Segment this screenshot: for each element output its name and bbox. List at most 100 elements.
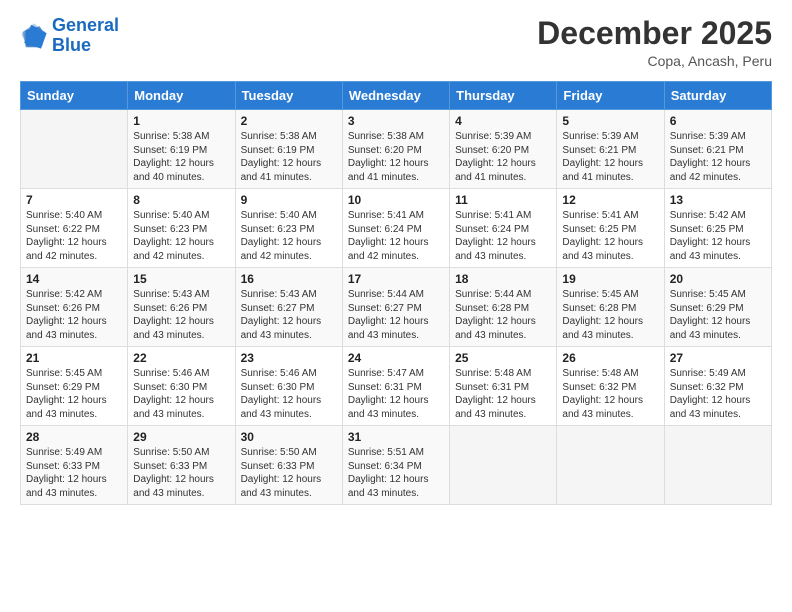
table-row: 2 Sunrise: 5:38 AMSunset: 6:19 PMDaylight… xyxy=(235,110,342,189)
table-row: 29 Sunrise: 5:50 AMSunset: 6:33 PMDayligh… xyxy=(128,426,235,505)
table-row: 27Sunrise: 5:49 AMSunset: 6:32 PMDayligh… xyxy=(664,347,771,426)
table-row: 8 Sunrise: 5:40 AMSunset: 6:23 PMDaylight… xyxy=(128,189,235,268)
table-row: 16 Sunrise: 5:43 AMSunset: 6:27 PMDayligh… xyxy=(235,268,342,347)
day-info: Sunrise: 5:38 AMSunset: 6:19 PMDaylight:… xyxy=(241,130,337,184)
day-number: 28 xyxy=(26,430,122,444)
day-info: Sunrise: 5:39 AMSunset: 6:21 PMDaylight:… xyxy=(562,130,658,184)
table-row: 18 Sunrise: 5:44 AMSunset: 6:28 PMDayligh… xyxy=(450,268,557,347)
day-info: Sunrise: 5:40 AMSunset: 6:23 PMDaylight:… xyxy=(241,209,337,263)
table-row: 7 Sunrise: 5:40 AMSunset: 6:22 PMDaylight… xyxy=(21,189,128,268)
table-row: 14 Sunrise: 5:42 AMSunset: 6:26 PMDayligh… xyxy=(21,268,128,347)
day-number: 25 xyxy=(455,351,551,365)
day-number: 16 xyxy=(241,272,337,286)
table-row xyxy=(557,426,664,505)
day-info: Sunrise: 5:49 AMSunset: 6:33 PMDaylight:… xyxy=(26,446,122,500)
calendar-week-row: 14 Sunrise: 5:42 AMSunset: 6:26 PMDayligh… xyxy=(21,268,772,347)
day-number: 18 xyxy=(455,272,551,286)
day-number: 5 xyxy=(562,114,658,128)
day-info: Sunrise: 5:44 AMSunset: 6:28 PMDaylight:… xyxy=(455,288,551,342)
day-info: Sunrise: 5:47 AMSunset: 6:31 PMDaylight:… xyxy=(348,367,444,421)
day-number: 20 xyxy=(670,272,766,286)
table-row xyxy=(21,110,128,189)
day-info: Sunrise: 5:42 AMSunset: 6:25 PMDaylight:… xyxy=(670,209,766,263)
day-number: 7 xyxy=(26,193,122,207)
table-row xyxy=(664,426,771,505)
day-number: 12 xyxy=(562,193,658,207)
page: General Blue December 2025 Copa, Ancash,… xyxy=(0,0,792,612)
calendar-week-row: 7 Sunrise: 5:40 AMSunset: 6:22 PMDaylight… xyxy=(21,189,772,268)
header: General Blue December 2025 Copa, Ancash,… xyxy=(20,16,772,69)
day-number: 6 xyxy=(670,114,766,128)
day-info: Sunrise: 5:41 AMSunset: 6:24 PMDaylight:… xyxy=(455,209,551,263)
col-tuesday: Tuesday xyxy=(235,82,342,110)
title-block: December 2025 Copa, Ancash, Peru xyxy=(537,16,772,69)
calendar-table: Sunday Monday Tuesday Wednesday Thursday… xyxy=(20,81,772,505)
logo-name: General Blue xyxy=(52,16,119,56)
table-row: 11 Sunrise: 5:41 AMSunset: 6:24 PMDayligh… xyxy=(450,189,557,268)
table-row: 20 Sunrise: 5:45 AMSunset: 6:29 PMDayligh… xyxy=(664,268,771,347)
table-row: 23 Sunrise: 5:46 AMSunset: 6:30 PMDayligh… xyxy=(235,347,342,426)
day-number: 11 xyxy=(455,193,551,207)
col-sunday: Sunday xyxy=(21,82,128,110)
day-info: Sunrise: 5:46 AMSunset: 6:30 PMDaylight:… xyxy=(133,367,229,421)
day-number: 9 xyxy=(241,193,337,207)
day-info: Sunrise: 5:45 AMSunset: 6:29 PMDaylight:… xyxy=(670,288,766,342)
table-row: 30 Sunrise: 5:50 AMSunset: 6:33 PMDayligh… xyxy=(235,426,342,505)
table-row: 9 Sunrise: 5:40 AMSunset: 6:23 PMDaylight… xyxy=(235,189,342,268)
col-thursday: Thursday xyxy=(450,82,557,110)
day-number: 23 xyxy=(241,351,337,365)
day-number: 30 xyxy=(241,430,337,444)
day-number: 14 xyxy=(26,272,122,286)
table-row: 22Sunrise: 5:46 AMSunset: 6:30 PMDayligh… xyxy=(128,347,235,426)
day-info: Sunrise: 5:45 AMSunset: 6:28 PMDaylight:… xyxy=(562,288,658,342)
day-number: 19 xyxy=(562,272,658,286)
month-title: December 2025 xyxy=(537,16,772,51)
table-row: 13 Sunrise: 5:42 AMSunset: 6:25 PMDayligh… xyxy=(664,189,771,268)
day-number: 31 xyxy=(348,430,444,444)
day-number: 13 xyxy=(670,193,766,207)
day-number: 26 xyxy=(562,351,658,365)
day-number: 2 xyxy=(241,114,337,128)
logo-blue: Blue xyxy=(52,35,91,55)
day-info: Sunrise: 5:44 AMSunset: 6:27 PMDaylight:… xyxy=(348,288,444,342)
calendar-week-row: 28 Sunrise: 5:49 AMSunset: 6:33 PMDayligh… xyxy=(21,426,772,505)
day-info: Sunrise: 5:43 AMSunset: 6:27 PMDaylight:… xyxy=(241,288,337,342)
day-info: Sunrise: 5:38 AMSunset: 6:20 PMDaylight:… xyxy=(348,130,444,184)
day-info: Sunrise: 5:40 AMSunset: 6:22 PMDaylight:… xyxy=(26,209,122,263)
table-row: 1 Sunrise: 5:38 AMSunset: 6:19 PMDaylight… xyxy=(128,110,235,189)
table-row: 3 Sunrise: 5:38 AMSunset: 6:20 PMDaylight… xyxy=(342,110,449,189)
table-row: 24Sunrise: 5:47 AMSunset: 6:31 PMDayligh… xyxy=(342,347,449,426)
logo: General Blue xyxy=(20,16,119,56)
day-info: Sunrise: 5:50 AMSunset: 6:33 PMDaylight:… xyxy=(133,446,229,500)
table-row: 10Sunrise: 5:41 AMSunset: 6:24 PMDayligh… xyxy=(342,189,449,268)
day-number: 8 xyxy=(133,193,229,207)
day-number: 15 xyxy=(133,272,229,286)
day-info: Sunrise: 5:48 AMSunset: 6:32 PMDaylight:… xyxy=(562,367,658,421)
day-info: Sunrise: 5:39 AMSunset: 6:21 PMDaylight:… xyxy=(670,130,766,184)
day-info: Sunrise: 5:50 AMSunset: 6:33 PMDaylight:… xyxy=(241,446,337,500)
day-number: 29 xyxy=(133,430,229,444)
day-info: Sunrise: 5:38 AMSunset: 6:19 PMDaylight:… xyxy=(133,130,229,184)
day-number: 21 xyxy=(26,351,122,365)
col-wednesday: Wednesday xyxy=(342,82,449,110)
table-row: 6 Sunrise: 5:39 AMSunset: 6:21 PMDaylight… xyxy=(664,110,771,189)
day-info: Sunrise: 5:41 AMSunset: 6:25 PMDaylight:… xyxy=(562,209,658,263)
day-info: Sunrise: 5:48 AMSunset: 6:31 PMDaylight:… xyxy=(455,367,551,421)
day-number: 17 xyxy=(348,272,444,286)
col-saturday: Saturday xyxy=(664,82,771,110)
table-row: 21Sunrise: 5:45 AMSunset: 6:29 PMDayligh… xyxy=(21,347,128,426)
day-info: Sunrise: 5:51 AMSunset: 6:34 PMDaylight:… xyxy=(348,446,444,500)
day-info: Sunrise: 5:39 AMSunset: 6:20 PMDaylight:… xyxy=(455,130,551,184)
table-row: 17 Sunrise: 5:44 AMSunset: 6:27 PMDayligh… xyxy=(342,268,449,347)
day-info: Sunrise: 5:46 AMSunset: 6:30 PMDaylight:… xyxy=(241,367,337,421)
calendar-week-row: 1 Sunrise: 5:38 AMSunset: 6:19 PMDaylight… xyxy=(21,110,772,189)
logo-general: General xyxy=(52,15,119,35)
day-info: Sunrise: 5:42 AMSunset: 6:26 PMDaylight:… xyxy=(26,288,122,342)
table-row: 12 Sunrise: 5:41 AMSunset: 6:25 PMDayligh… xyxy=(557,189,664,268)
day-info: Sunrise: 5:40 AMSunset: 6:23 PMDaylight:… xyxy=(133,209,229,263)
day-number: 1 xyxy=(133,114,229,128)
day-number: 3 xyxy=(348,114,444,128)
table-row: 31 Sunrise: 5:51 AMSunset: 6:34 PMDayligh… xyxy=(342,426,449,505)
table-row xyxy=(450,426,557,505)
location: Copa, Ancash, Peru xyxy=(537,53,772,69)
